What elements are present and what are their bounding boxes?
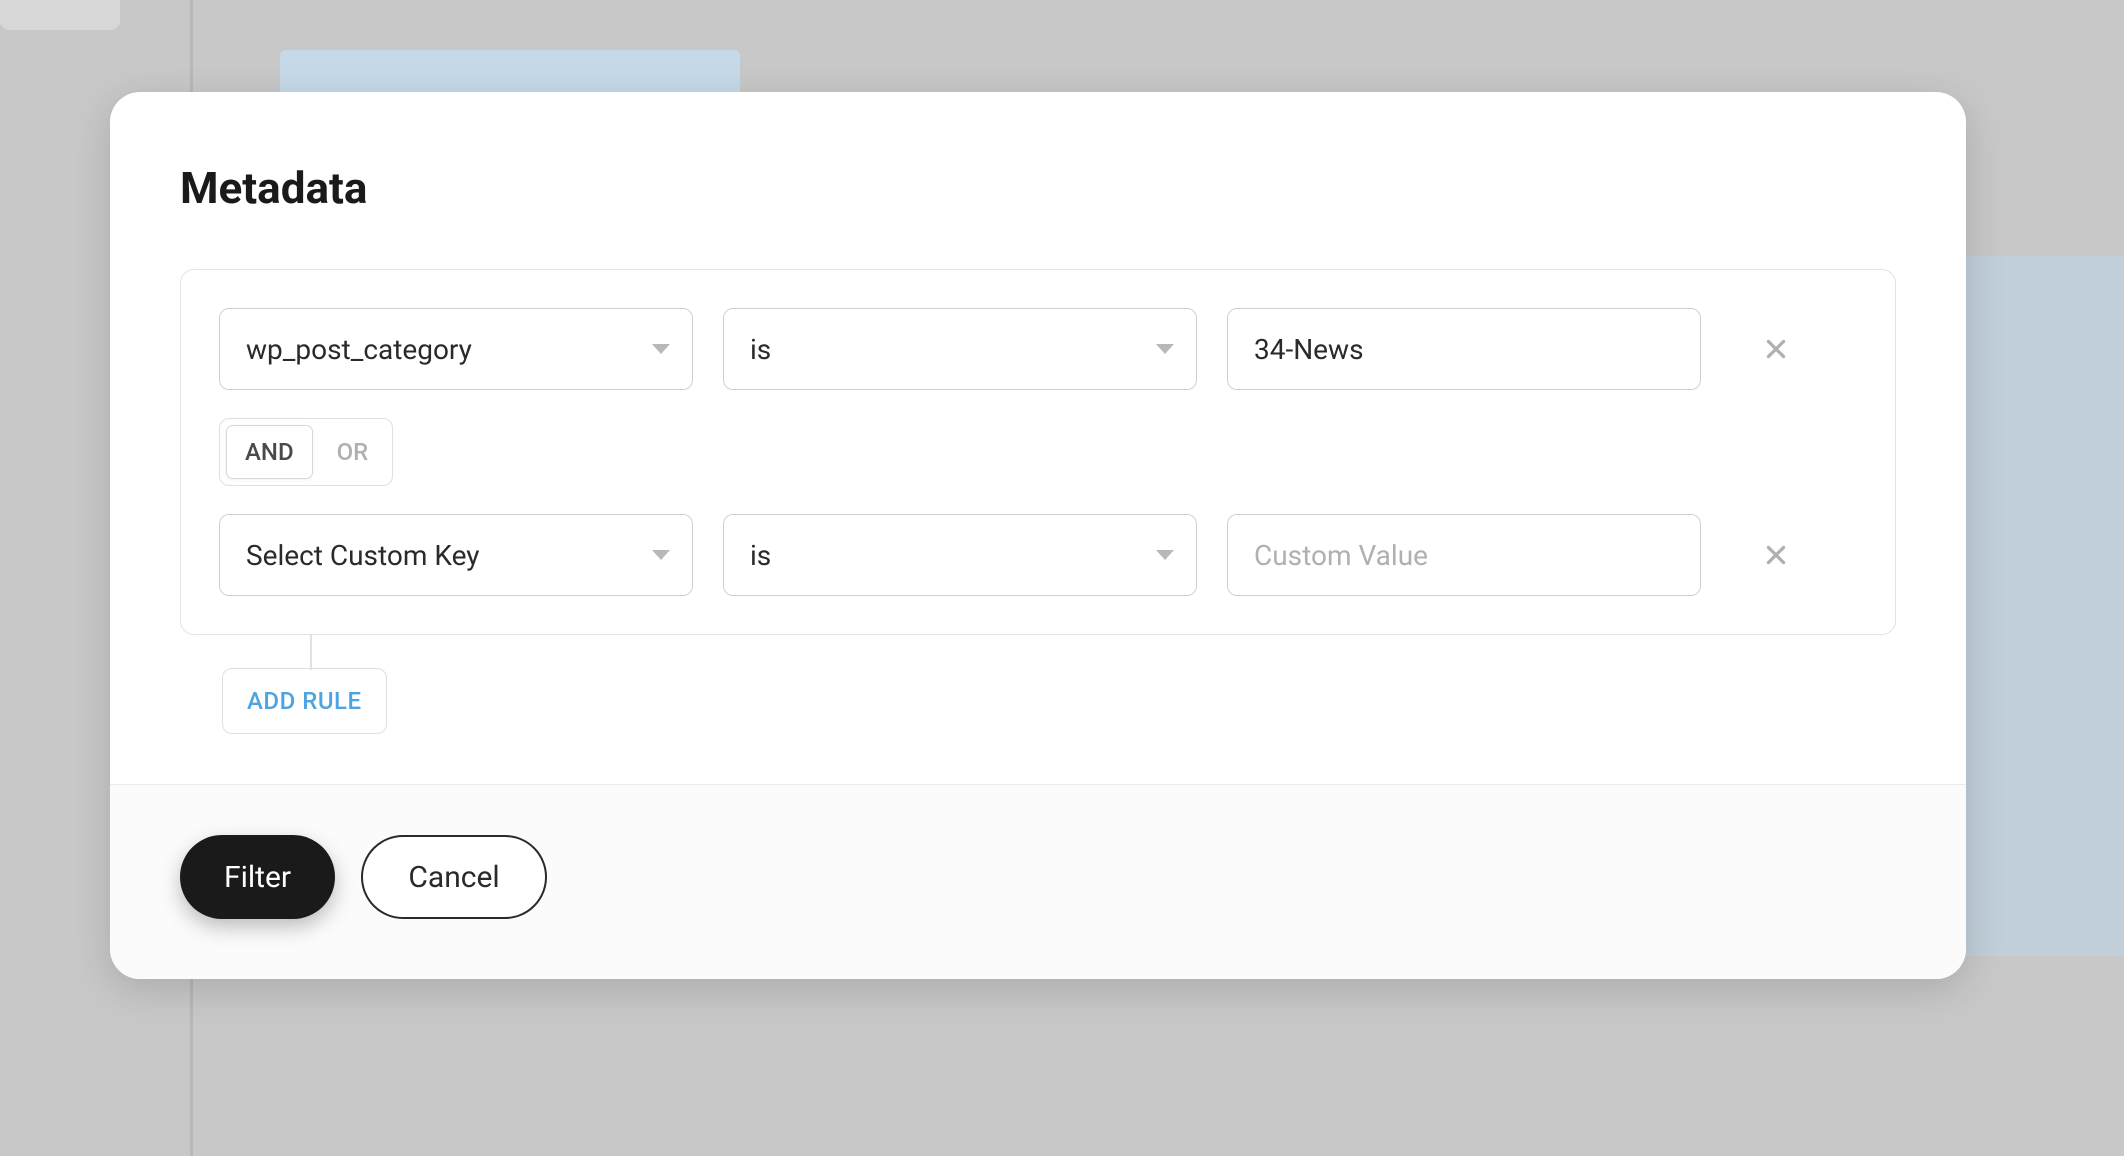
connector-or-button[interactable]: OR [319, 425, 387, 479]
rule-value-input[interactable] [1227, 308, 1701, 390]
modal-title: Metadata [180, 162, 1896, 214]
chevron-down-icon [1156, 550, 1174, 560]
rule-operator-value: is [750, 333, 771, 366]
chevron-down-icon [652, 550, 670, 560]
close-icon [1763, 542, 1789, 568]
rules-container: wp_post_category is AND OR [180, 269, 1896, 635]
remove-rule-button[interactable] [1751, 530, 1801, 580]
modal-body: Metadata wp_post_category is [110, 92, 1966, 784]
rule-row: wp_post_category is [219, 308, 1857, 390]
connector-line [310, 635, 312, 670]
rule-key-value: wp_post_category [246, 333, 472, 366]
rule-key-value: Select Custom Key [246, 539, 480, 572]
close-icon [1763, 336, 1789, 362]
rule-operator-value: is [750, 539, 771, 572]
rule-value-input[interactable] [1227, 514, 1701, 596]
remove-rule-button[interactable] [1751, 324, 1801, 374]
bg-decor [0, 0, 120, 30]
add-rule-button[interactable]: ADD RULE [222, 668, 387, 734]
connector-and-button[interactable]: AND [226, 425, 313, 479]
connector-toggle-group: AND OR [219, 418, 393, 486]
connector-row: AND OR [219, 418, 1857, 486]
chevron-down-icon [652, 344, 670, 354]
rule-operator-select[interactable]: is [723, 514, 1197, 596]
chevron-down-icon [1156, 344, 1174, 354]
filter-button[interactable]: Filter [180, 835, 335, 919]
metadata-filter-modal: Metadata wp_post_category is [110, 92, 1966, 979]
modal-footer: Filter Cancel [110, 784, 1966, 979]
rule-row: Select Custom Key is [219, 514, 1857, 596]
rule-key-select[interactable]: Select Custom Key [219, 514, 693, 596]
cancel-button[interactable]: Cancel [361, 835, 547, 919]
add-rule-wrap: ADD RULE [180, 635, 1896, 734]
rule-operator-select[interactable]: is [723, 308, 1197, 390]
rule-key-select[interactable]: wp_post_category [219, 308, 693, 390]
